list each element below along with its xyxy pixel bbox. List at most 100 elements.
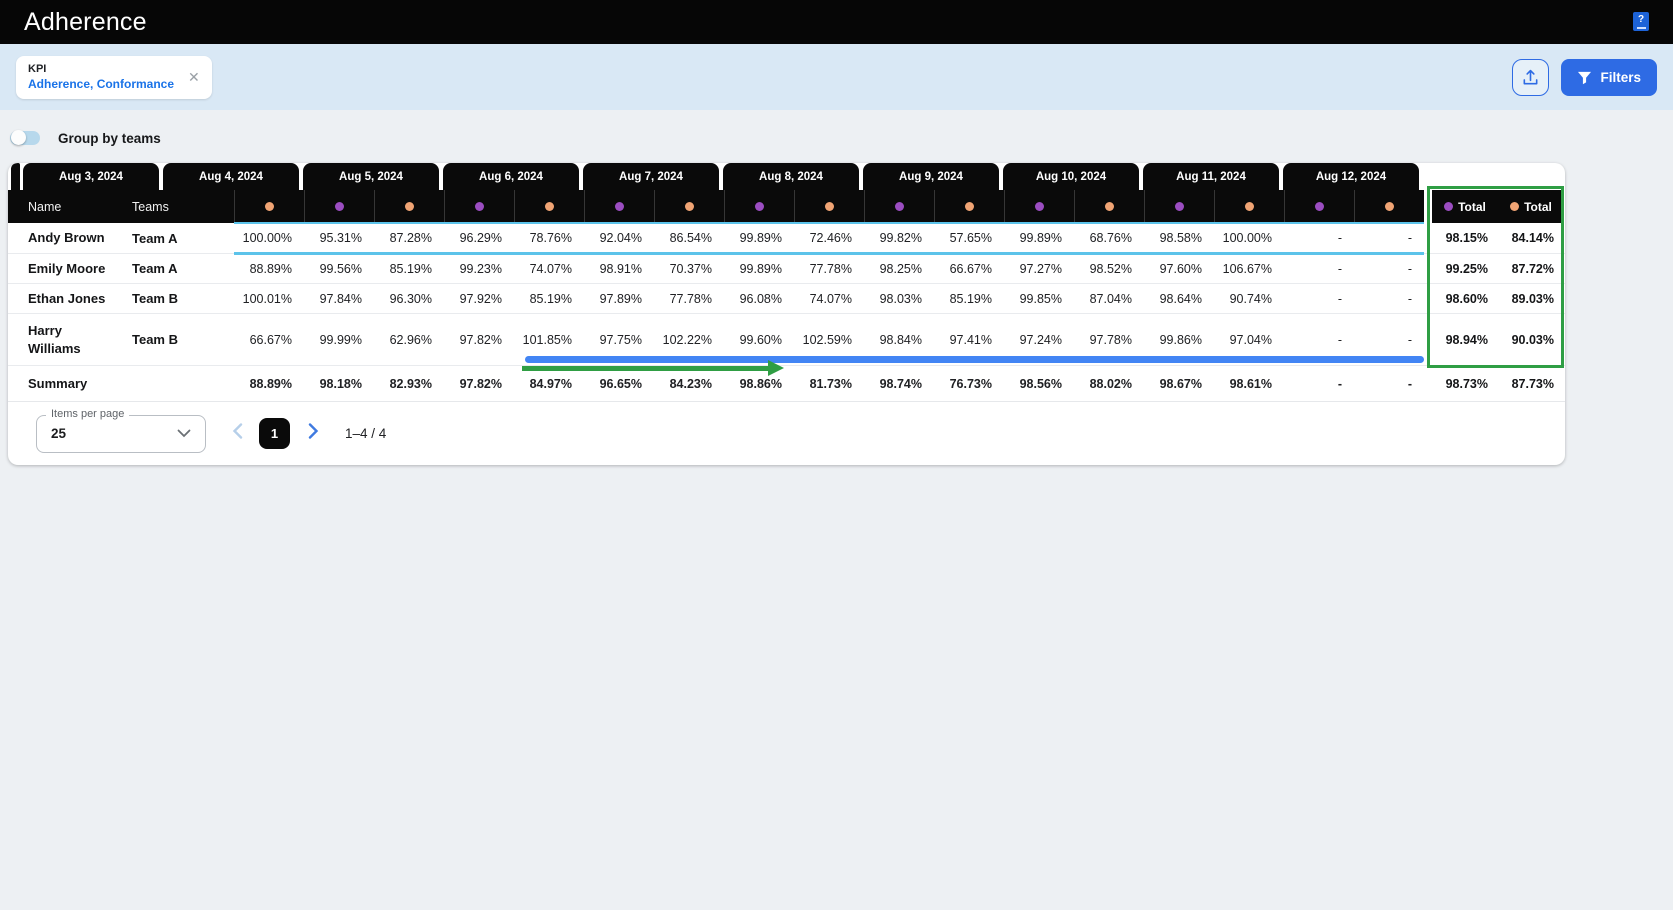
total-header-label: Total — [1458, 200, 1486, 214]
team-cell: Team A — [118, 231, 234, 246]
filters-button[interactable]: Filters — [1561, 59, 1657, 96]
purple-metric-dot-icon — [755, 202, 764, 211]
export-button[interactable] — [1512, 59, 1549, 96]
agent-name-cell: Emily Moore — [8, 260, 118, 278]
date-tab: Aug 10, 2024 — [1003, 163, 1139, 190]
total-column-header: Total — [1498, 190, 1564, 223]
metric-column-header — [584, 190, 654, 223]
agent-name-cell: Andy Brown — [8, 229, 118, 247]
pagination-bar: Items per page 25 1 1–4 / 4 — [8, 401, 1565, 465]
previous-page-button[interactable] — [232, 423, 243, 444]
total-value-cell: 98.60% — [1432, 292, 1498, 306]
value-cell: 92.04% — [584, 231, 654, 245]
value-cell: 68.76% — [1074, 231, 1144, 245]
orange-metric-dot-icon — [965, 202, 974, 211]
value-cell: 98.25% — [864, 262, 934, 276]
app-bar: Adherence ? — [0, 0, 1673, 44]
filter-funnel-icon — [1577, 71, 1592, 85]
value-cell: 97.27% — [1004, 262, 1074, 276]
arrowhead — [768, 360, 784, 376]
value-cell: 57.65% — [934, 231, 1004, 245]
metric-column-header — [1354, 190, 1424, 223]
value-cell: 96.29% — [444, 231, 514, 245]
value-cell: 99.23% — [444, 262, 514, 276]
date-tab: Aug 12, 2024 — [1283, 163, 1419, 190]
value-cell: 88.02% — [1074, 377, 1144, 391]
orange-metric-dot-icon — [1105, 202, 1114, 211]
date-tab: Aug 8, 2024 — [723, 163, 859, 190]
value-cell: 97.60% — [1144, 262, 1214, 276]
value-cell: 100.01% — [234, 292, 304, 306]
total-value-cell: 99.25% — [1432, 262, 1498, 276]
summary-row: Summary88.89%98.18%82.93%97.82%84.97%96.… — [8, 366, 1565, 401]
value-cell: 96.65% — [584, 377, 654, 391]
agent-name-cell: Ethan Jones — [8, 290, 118, 308]
value-cell: - — [1354, 231, 1424, 245]
value-cell: 97.78% — [1074, 333, 1144, 347]
items-per-page-select[interactable]: Items per page 25 — [36, 415, 206, 453]
pagination-range: 1–4 / 4 — [345, 426, 386, 441]
agent-name-cell: Harry Williams — [8, 322, 118, 357]
value-cell: 98.61% — [1214, 377, 1284, 391]
total-value-cell: 98.73% — [1432, 377, 1498, 391]
value-cell: 98.86% — [724, 377, 794, 391]
purple-metric-dot-icon — [615, 202, 624, 211]
metric-column-header — [304, 190, 374, 223]
value-cell: - — [1354, 377, 1424, 391]
table-header-row: NameTeamsTotalTotal — [8, 190, 1565, 223]
teams-column-header: Teams — [118, 190, 234, 223]
value-cell: 99.85% — [1004, 292, 1074, 306]
value-cell: 97.82% — [444, 333, 514, 347]
orange-metric-dot-icon — [825, 202, 834, 211]
value-cell: 97.24% — [1004, 333, 1074, 347]
value-cell: 84.23% — [654, 377, 724, 391]
summary-label: Summary — [8, 375, 118, 393]
group-by-teams-label: Group by teams — [58, 131, 161, 146]
next-page-button[interactable] — [308, 423, 319, 444]
value-cell: 99.89% — [724, 262, 794, 276]
value-cell: 99.89% — [1004, 231, 1074, 245]
metric-column-header — [1004, 190, 1074, 223]
value-cell: 98.91% — [584, 262, 654, 276]
current-page-button[interactable]: 1 — [259, 418, 290, 449]
value-cell: 87.04% — [1074, 292, 1144, 306]
value-cell: 97.89% — [584, 292, 654, 306]
kpi-chip-value: Adherence, Conformance — [28, 77, 174, 91]
purple-metric-dot-icon — [1444, 202, 1453, 211]
metric-column-header — [1214, 190, 1284, 223]
help-icon[interactable]: ? — [1633, 12, 1649, 31]
value-cell: 99.56% — [304, 262, 374, 276]
toggle-knob — [11, 130, 26, 145]
value-cell: 66.67% — [934, 262, 1004, 276]
value-cell: 102.59% — [794, 333, 864, 347]
page-title: Adherence — [24, 8, 147, 37]
value-cell: 99.89% — [724, 231, 794, 245]
date-tab: Aug 6, 2024 — [443, 163, 579, 190]
value-cell: 101.85% — [514, 333, 584, 347]
value-cell: 95.31% — [304, 231, 374, 245]
group-by-teams-toggle[interactable] — [10, 131, 40, 145]
close-icon[interactable]: ✕ — [188, 70, 200, 84]
items-per-page-value: 25 — [51, 426, 66, 441]
total-value-cell: 87.72% — [1498, 262, 1564, 276]
table-row: Emily MooreTeam A88.89%99.56%85.19%99.23… — [8, 254, 1565, 284]
value-cell: 99.99% — [304, 333, 374, 347]
kpi-filter-chip[interactable]: KPI Adherence, Conformance ✕ — [16, 56, 212, 99]
metric-column-header — [724, 190, 794, 223]
value-cell: 96.30% — [374, 292, 444, 306]
value-cell: - — [1284, 231, 1354, 245]
value-cell: 97.92% — [444, 292, 514, 306]
value-cell: - — [1354, 292, 1424, 306]
value-cell: 99.60% — [724, 333, 794, 347]
purple-metric-dot-icon — [475, 202, 484, 211]
value-cell: 98.84% — [864, 333, 934, 347]
value-cell: 98.03% — [864, 292, 934, 306]
date-tab: Aug 3, 2024 — [23, 163, 159, 190]
purple-metric-dot-icon — [1175, 202, 1184, 211]
value-cell: 88.89% — [234, 377, 304, 391]
metric-column-header — [234, 190, 304, 223]
value-cell: 62.96% — [374, 333, 444, 347]
blue-annotation-bar — [525, 356, 1424, 363]
value-cell: - — [1354, 333, 1424, 347]
value-cell: 98.56% — [1004, 377, 1074, 391]
